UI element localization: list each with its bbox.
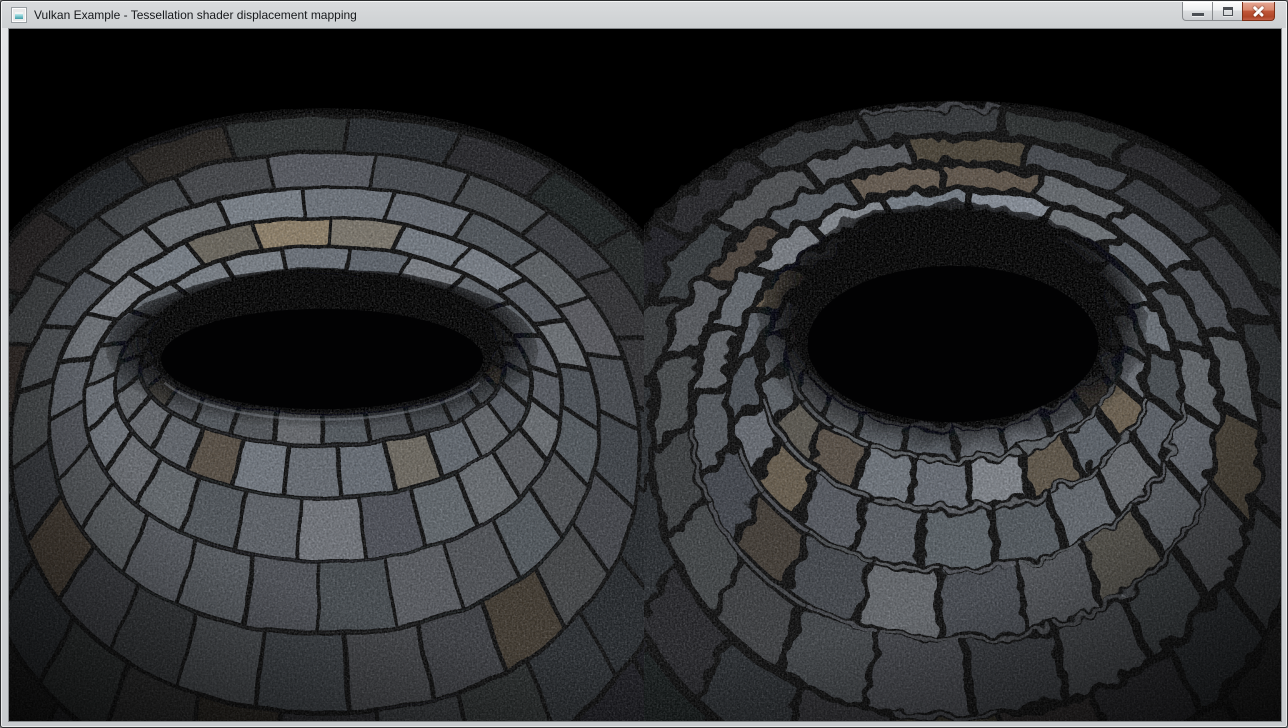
vulkan-render-canvas[interactable] (9, 29, 1281, 721)
maximize-button[interactable] (1212, 2, 1243, 21)
minimize-icon (1192, 13, 1204, 16)
titlebar[interactable]: Vulkan Example - Tessellation shader dis… (2, 2, 1286, 28)
window-title: Vulkan Example - Tessellation shader dis… (34, 8, 357, 22)
vulkan-app-icon (11, 7, 27, 23)
close-icon (1252, 6, 1265, 17)
minimize-button[interactable] (1182, 2, 1213, 21)
window-controls (1183, 2, 1275, 21)
maximize-icon (1223, 7, 1233, 16)
render-viewport[interactable] (9, 29, 1281, 721)
app-window: Vulkan Example - Tessellation shader dis… (0, 0, 1288, 728)
close-button[interactable] (1242, 2, 1275, 21)
